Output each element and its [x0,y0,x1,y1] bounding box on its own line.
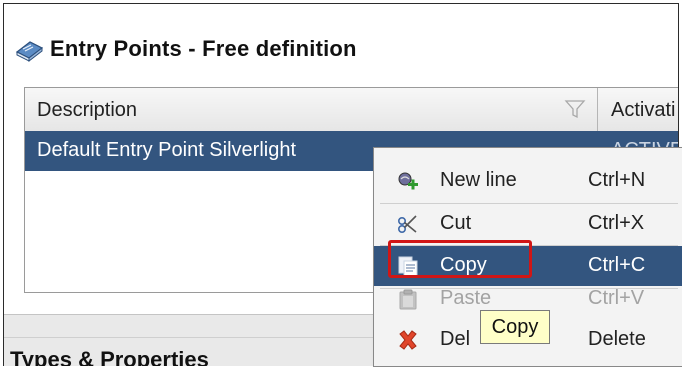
window-title-bar: Entry Points - Free definition [14,32,357,66]
book-icon [15,41,44,62]
menu-item-label: Paste [440,287,492,309]
delete-icon [399,330,417,350]
highlight-annotation [388,240,532,278]
scissors-icon [397,215,417,234]
window-title: Entry Points - Free definition [50,36,357,61]
column-header-activation-label: Activati [611,99,676,121]
menu-item-label: Del [440,328,471,350]
tooltip: Copy [480,310,550,344]
column-header-description-label: Description [37,99,138,121]
menu-item-label: New line [440,169,517,191]
menu-item-new-line[interactable]: New line Ctrl+N [374,161,682,201]
new-line-icon [398,172,418,190]
menu-item-cut[interactable]: Cut Ctrl+X [374,204,682,244]
menu-item-label: Cut [440,212,472,234]
clipboard-icon [399,289,417,310]
menu-item-shortcut: Ctrl+X [588,212,645,234]
column-header-description[interactable]: Description [25,88,598,131]
menu-item-shortcut: Ctrl+V [588,287,645,309]
menu-item-shortcut: Ctrl+C [588,254,646,276]
filter-icon[interactable] [563,97,587,121]
cell-description: Default Entry Point Silverlight [37,139,297,161]
menu-item-shortcut: Ctrl+N [588,169,646,191]
grid-header: Description Activati [25,88,678,132]
section-title: Types & Properties [10,347,209,366]
menu-item-shortcut: Delete [588,328,646,350]
